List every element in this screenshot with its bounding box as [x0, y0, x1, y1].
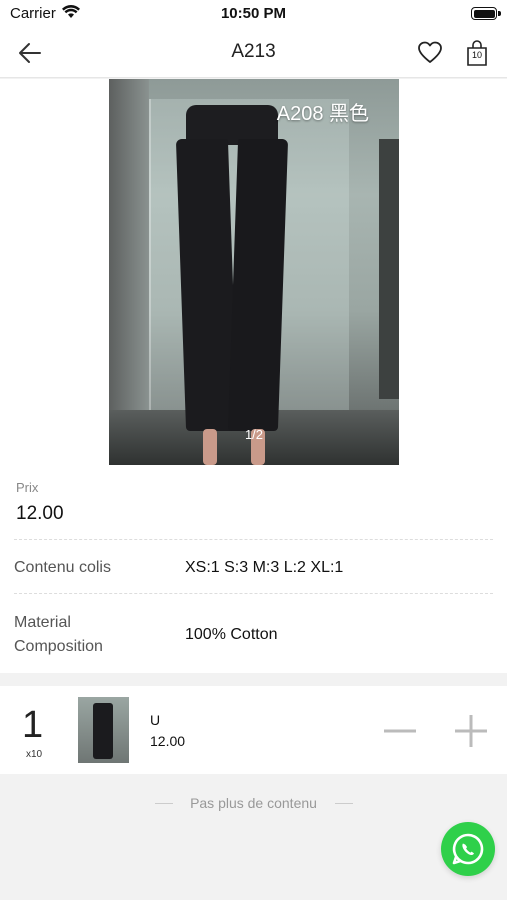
end-line-right [335, 803, 353, 804]
whatsapp-button[interactable] [441, 822, 495, 876]
whatsapp-icon [452, 833, 484, 865]
pants-right-leg [227, 139, 289, 431]
divider [14, 539, 493, 540]
variant-price: 12.00 [150, 733, 186, 749]
photo-caption: A208 黑色 [276, 103, 369, 125]
package-content-label: Contenu colis [14, 559, 111, 576]
plus-icon[interactable] [454, 714, 488, 748]
product-gallery[interactable]: A208 黑色 1/2 [0, 79, 507, 465]
cart-count-badge: 10 [471, 50, 482, 60]
material-label-line1: Material [14, 614, 71, 631]
material-value: 100% Cotton [185, 626, 278, 643]
battery-cap [498, 11, 501, 16]
price-label: Prix [16, 480, 39, 495]
variant-size: U [150, 712, 161, 728]
clock: 10:50 PM [220, 5, 287, 22]
status-bar: Carrier 10:50 PM [0, 0, 507, 28]
heart-icon[interactable] [417, 40, 443, 66]
minus-icon[interactable] [383, 714, 417, 748]
battery-icon [471, 7, 497, 20]
photo-background-frame [109, 79, 149, 465]
gallery-page-indicator: 1/2 [244, 427, 264, 442]
quantity-multiplier: x10 [26, 749, 43, 760]
divider [14, 593, 493, 594]
photo-background-wall [379, 139, 399, 399]
package-content-value: XS:1 S:3 M:3 L:2 XL:1 [185, 559, 344, 576]
shopping-bag-button[interactable]: 10 [465, 39, 489, 67]
material-label-line2: Composition [14, 638, 103, 655]
cart-item-row: 1 x10 U 12.00 [0, 686, 507, 774]
quantity-value: 1 [22, 704, 44, 746]
product-info: Prix 12.00 Contenu colis XS:1 S:3 M:3 L:… [0, 465, 507, 673]
thumbnail-pants [93, 703, 113, 759]
item-thumbnail [78, 697, 129, 763]
nav-bar: A213 10 [0, 28, 507, 78]
end-of-content-label: Pas plus de contenu [190, 795, 317, 811]
price-value: 12.00 [16, 503, 64, 524]
product-photo[interactable]: A208 黑色 1/2 [109, 79, 399, 465]
